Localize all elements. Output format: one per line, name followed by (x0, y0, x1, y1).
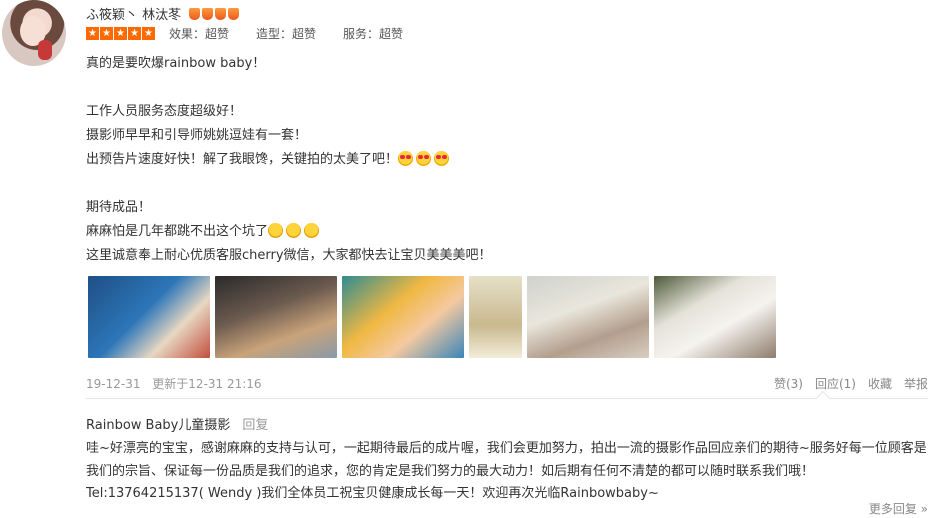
star-rating: ★ ★ ★ ★ ★ (86, 27, 155, 40)
star-icon: ★ (86, 27, 99, 40)
thinking-emoji-icon (286, 223, 302, 238)
username[interactable]: ふ筱颖丶 林汰苳 (86, 4, 181, 23)
review-line: 期待成品！ (86, 200, 152, 215)
star-icon: ★ (100, 27, 113, 40)
reply-count-button[interactable]: 回应(1) (815, 375, 856, 392)
user-avatar[interactable] (2, 0, 66, 66)
review-line-blank (86, 172, 492, 196)
review-line: 真的是要吹爆rainbow baby！ (86, 56, 266, 71)
thinking-emoji-icon (304, 223, 320, 238)
star-icon: ★ (128, 27, 141, 40)
review-photo[interactable] (527, 276, 649, 358)
reply-pointer (815, 390, 831, 406)
review-line-with-emoji: 麻麻怕是几年都跳不出这个坑了 (86, 220, 492, 244)
crown-icon (228, 7, 240, 20)
star-icon: ★ (142, 27, 155, 40)
review-photo[interactable] (342, 276, 464, 358)
review-content: 真的是要吹爆rainbow baby！ 工作人员服务态度超级好！ 摄影师早早和引… (86, 52, 492, 268)
avatar-hand (38, 40, 52, 60)
review-line-text: 麻麻怕是几年都跳不出这个坑了 (86, 224, 269, 239)
review-meta: 19-12-31 更新于12-31 21:16 (86, 375, 270, 392)
score-service: 服务：超赞 (343, 27, 404, 41)
reply-divider (86, 398, 928, 399)
reply-button[interactable]: 回复 (242, 414, 268, 433)
review-line-with-emoji: 出预告片速度好快！解了我眼馋，关键拍的太美了吧！ (86, 148, 492, 172)
review-line: 摄影师早早和引导师姚姚逗娃有一套！ (86, 128, 308, 143)
crown-icon (202, 7, 214, 20)
heart-eyes-emoji-icon (398, 151, 414, 166)
report-button[interactable]: 举报 (904, 375, 928, 392)
score-effect: 效果：超赞 (169, 27, 230, 41)
reply-header: Rainbow Baby儿童摄影 回复 (86, 414, 268, 433)
crown-icon (189, 7, 201, 20)
review-line: 工作人员服务态度超级好！ (86, 104, 243, 119)
review-line: 这里诚意奉上耐心优质客服cherry微信，大家都快去让宝贝美美美吧！ (86, 248, 492, 263)
rating-row: ★ ★ ★ ★ ★ 效果：超赞 造型：超赞 服务：超赞 (86, 25, 430, 42)
favorite-button[interactable]: 收藏 (868, 375, 892, 392)
review-photo[interactable] (469, 276, 522, 358)
more-replies-link[interactable]: 更多回复 » (869, 500, 928, 517)
thinking-emoji-icon (268, 223, 284, 238)
review-line-blank (86, 76, 492, 100)
member-crowns (189, 7, 240, 20)
heart-eyes-emoji-icon (416, 151, 432, 166)
reply-body: 哇~好漂亮的宝宝，感谢麻麻的支持与认可，一起期待最后的成片喔，我们会更加努力，拍… (86, 441, 927, 501)
review-photo[interactable] (654, 276, 776, 358)
star-icon: ★ (114, 27, 127, 40)
review-updated: 更新于12-31 21:16 (152, 377, 262, 391)
reply-author[interactable]: Rainbow Baby儿童摄影 (86, 414, 230, 433)
review-photo[interactable] (215, 276, 337, 358)
photo-gallery (88, 276, 776, 358)
like-button[interactable]: 赞(3) (774, 375, 803, 392)
score-styling: 造型：超赞 (256, 27, 317, 41)
review-date: 19-12-31 (86, 377, 141, 391)
review-photo[interactable] (88, 276, 210, 358)
crown-icon (215, 7, 227, 20)
review-line-text: 出预告片速度好快！解了我眼馋，关键拍的太美了吧！ (86, 152, 399, 167)
heart-eyes-emoji-icon (434, 151, 450, 166)
user-row: ふ筱颖丶 林汰苳 (86, 4, 240, 23)
review-actions: 赞(3) 回应(1) 收藏 举报 (774, 375, 928, 392)
